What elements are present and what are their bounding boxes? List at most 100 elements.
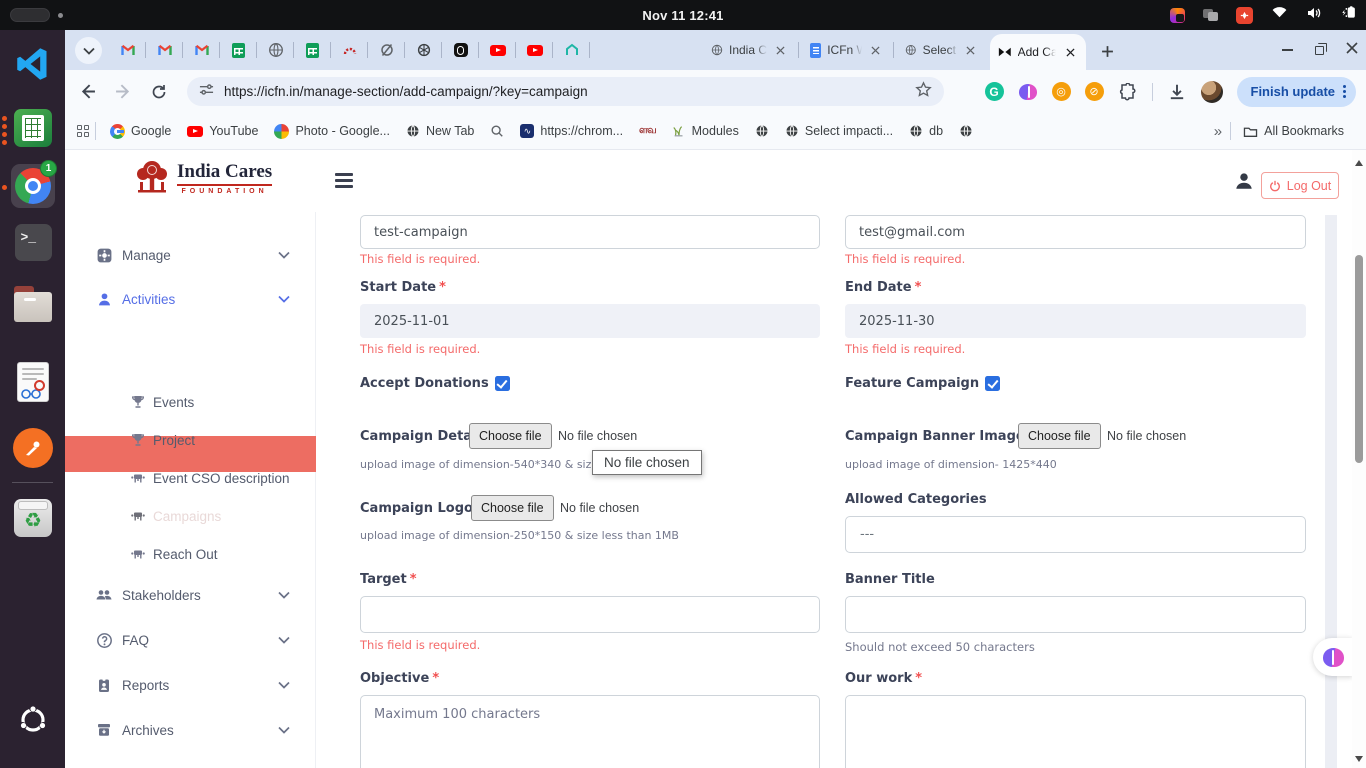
- url-text[interactable]: https://icfn.in/manage-section/add-campa…: [224, 84, 905, 99]
- pinned-tab-black-o[interactable]: [442, 30, 479, 70]
- new-tab-button[interactable]: [1095, 39, 1119, 63]
- end-date-input[interactable]: 2025-11-30: [845, 304, 1306, 338]
- all-bookmarks[interactable]: All Bookmarks: [1235, 118, 1352, 144]
- pinned-tab-globe[interactable]: [257, 30, 294, 70]
- bookmark-google[interactable]: Google: [102, 118, 179, 144]
- battery-icon[interactable]: [1340, 6, 1358, 24]
- sidebar-item-manage[interactable]: Manage: [65, 243, 316, 267]
- pinned-tab-openai[interactable]: [405, 30, 442, 70]
- tab-close-icon[interactable]: [964, 42, 977, 58]
- bookmark-globe[interactable]: [747, 118, 777, 144]
- menu-toggle-icon[interactable]: [335, 173, 353, 188]
- our-work-textarea[interactable]: [845, 695, 1306, 768]
- tab-close-icon[interactable]: [1062, 44, 1078, 60]
- bookmark-db[interactable]: db: [901, 118, 951, 144]
- bookmark-star-icon[interactable]: [915, 81, 932, 103]
- banner-image-choose-file-button[interactable]: Choose file: [1018, 423, 1101, 449]
- finish-update-button[interactable]: Finish update: [1237, 77, 1357, 107]
- libreoffice-calc-dock-icon[interactable]: [11, 106, 55, 150]
- apps-grid-icon[interactable]: [77, 125, 89, 137]
- tab-close-icon[interactable]: [868, 42, 882, 58]
- user-icon[interactable]: [1233, 170, 1255, 197]
- close-icon[interactable]: [1346, 41, 1358, 59]
- brain-extension-widget[interactable]: [1313, 638, 1353, 676]
- objective-textarea[interactable]: [360, 695, 820, 768]
- volume-icon[interactable]: [1306, 6, 1322, 25]
- logout-button[interactable]: Log Out: [1261, 172, 1339, 199]
- chat-icon[interactable]: [1203, 9, 1218, 21]
- reload-icon[interactable]: [145, 78, 173, 106]
- pinned-tab-sheets[interactable]: [220, 30, 257, 70]
- pinned-tab-sheets[interactable]: [294, 30, 331, 70]
- india-cares-logo[interactable]: India Cares FOUNDATION: [135, 158, 272, 198]
- bookmark-modules[interactable]: Modules: [664, 118, 747, 144]
- extensions-puzzle-icon[interactable]: [1118, 82, 1138, 102]
- sidebar-item-faq[interactable]: FAQ: [65, 628, 316, 652]
- banner-title-input[interactable]: [845, 596, 1306, 633]
- vscode-dock-icon[interactable]: [11, 42, 55, 86]
- pinned-tab-gmail[interactable]: [146, 30, 183, 70]
- sidebar-item-project[interactable]: Project: [65, 428, 316, 452]
- bookmark-google-photos[interactable]: Photo - Google...: [266, 118, 398, 144]
- pinned-tab-youtube[interactable]: [516, 30, 553, 70]
- sidebar-item-archives[interactable]: Archives: [65, 718, 316, 742]
- ubuntu-apps-icon[interactable]: [11, 698, 55, 742]
- bookmarks-overflow[interactable]: »: [1210, 123, 1226, 140]
- sidebar-item-events[interactable]: Events: [65, 390, 316, 414]
- accept-donations-checkbox[interactable]: [495, 376, 510, 391]
- pinned-tab-red-arc[interactable]: [331, 30, 368, 70]
- detail-logo-choose-file-button[interactable]: Choose file: [469, 423, 552, 449]
- document-viewer-dock-icon[interactable]: [11, 360, 55, 404]
- email-input[interactable]: [845, 215, 1306, 249]
- downloads-icon[interactable]: [1167, 82, 1187, 102]
- profile-avatar[interactable]: [1201, 81, 1223, 103]
- allowed-categories-select[interactable]: ---: [845, 516, 1306, 553]
- files-dock-icon[interactable]: [11, 285, 55, 329]
- screen-record-icon[interactable]: [1236, 7, 1253, 24]
- orange-extension-icon[interactable]: ◎: [1052, 82, 1071, 101]
- minimize-icon[interactable]: [1282, 49, 1293, 51]
- start-date-input[interactable]: 2025-11-01: [360, 304, 820, 338]
- tab-india-cares[interactable]: India Ca: [703, 30, 795, 70]
- pinned-tab-youtube[interactable]: [479, 30, 516, 70]
- campaign-name-input[interactable]: [360, 215, 820, 249]
- bookmark-youtube[interactable]: YouTube: [179, 118, 266, 144]
- orange-compass-icon[interactable]: ⊘: [1085, 82, 1104, 101]
- wifi-icon[interactable]: [1271, 6, 1288, 24]
- pinned-tab-teal-arrow[interactable]: [553, 30, 590, 70]
- tab-add-campaign-active[interactable]: Add Ca: [990, 34, 1086, 70]
- target-input[interactable]: [360, 596, 820, 633]
- bookmark-search[interactable]: [482, 118, 512, 144]
- inner-scrollbar-track[interactable]: [1325, 215, 1337, 768]
- system-clock[interactable]: Nov 11 12:41: [0, 8, 1366, 23]
- tab-close-icon[interactable]: [773, 42, 787, 58]
- pinned-tab-null-circle[interactable]: [368, 30, 405, 70]
- scrollbar-thumb[interactable]: [1355, 255, 1363, 463]
- restore-icon[interactable]: [1315, 46, 1324, 55]
- bookmark-globe[interactable]: [951, 118, 981, 144]
- address-bar[interactable]: https://icfn.in/manage-section/add-campa…: [187, 77, 944, 106]
- site-settings-icon[interactable]: [199, 82, 214, 102]
- scroll-down-arrow[interactable]: [1355, 756, 1363, 762]
- postman-dock-icon[interactable]: [11, 426, 55, 470]
- tab-select[interactable]: Select v: [897, 30, 985, 70]
- grammarly-icon[interactable]: G: [985, 82, 1004, 101]
- back-icon[interactable]: [73, 78, 101, 106]
- bookmark-new-tab[interactable]: New Tab: [398, 118, 482, 144]
- bookmark-red-script[interactable]: ளவ: [631, 118, 664, 144]
- pinned-tab-gmail[interactable]: [183, 30, 220, 70]
- brain-extension-icon[interactable]: [1018, 82, 1038, 102]
- sidebar-item-reach-out[interactable]: Reach Out: [65, 542, 316, 566]
- forward-icon[interactable]: [109, 78, 137, 106]
- tab-search-button[interactable]: [75, 37, 102, 64]
- feature-campaign-checkbox[interactable]: [985, 376, 1000, 391]
- scroll-up-arrow[interactable]: [1355, 160, 1363, 166]
- sidebar-item-event-cso[interactable]: Event CSO description: [65, 466, 316, 490]
- browser-menu-icon[interactable]: [1343, 85, 1346, 98]
- bookmark-chrome-link[interactable]: ∿https://chrom...: [512, 118, 631, 144]
- bookmark-select-impact[interactable]: Select impacti...: [777, 118, 901, 144]
- chrome-dock-icon[interactable]: 1: [11, 164, 55, 208]
- sidebar-item-stakeholders[interactable]: Stakeholders: [65, 583, 316, 607]
- pinned-tab-gmail[interactable]: [109, 30, 146, 70]
- terminal-dock-icon[interactable]: >_: [11, 220, 55, 264]
